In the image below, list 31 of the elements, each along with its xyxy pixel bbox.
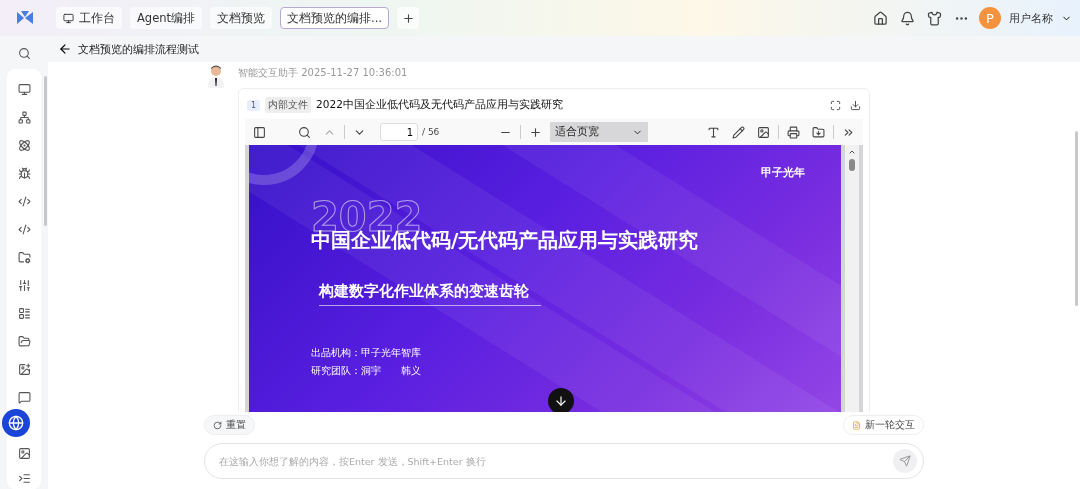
slide-info-line: 研究团队：洞宇 韩义 — [311, 364, 422, 378]
tab[interactable]: Agent编排 — [130, 7, 203, 29]
tab[interactable]: 文档预览 — [210, 7, 273, 29]
scrollbar[interactable] — [44, 76, 47, 226]
document-title: 2022中国企业低代码及无代码产品应用与实践研究 — [316, 98, 563, 112]
add-tab-button[interactable] — [397, 7, 419, 29]
zoom-select[interactable]: 适合页宽 — [549, 122, 648, 142]
new-round-button[interactable]: 新一轮交互 — [843, 415, 924, 435]
tab[interactable]: 文档预览的编排... — [280, 7, 389, 29]
slide-info-line: 出品机构：甲子光年智库 — [311, 346, 422, 360]
page-title: 文档预览的编排流程测试 — [78, 41, 199, 57]
bot-avatar-icon — [206, 64, 226, 88]
refresh-icon — [213, 420, 222, 430]
scrollbar-thumb[interactable] — [849, 159, 855, 171]
document-icon — [852, 420, 861, 430]
tag-label: 内部文件 — [265, 97, 312, 113]
chat-input-field[interactable]: 在这输入你想了解的内容，按Enter 发送，Shift+Enter 换行 — [204, 443, 924, 479]
page-total: / 56 — [422, 127, 440, 137]
message-meta: 智能交互助手 2025-11-27 10:36:01 — [238, 66, 409, 80]
tab[interactable]: 工作台 — [56, 7, 122, 29]
user-name[interactable]: 用户名称 — [1009, 10, 1053, 26]
logo-icon — [16, 10, 34, 26]
slide-subtitle: 构建数字化作业体系的变速齿轮 — [319, 282, 541, 306]
scrollbar[interactable] — [1075, 131, 1078, 306]
send-icon — [899, 455, 911, 467]
monitor-icon — [63, 12, 74, 24]
plus-icon — [401, 11, 415, 25]
index-badge: 1 — [247, 99, 261, 111]
page-number-field[interactable]: 1 — [380, 123, 418, 141]
reset-button[interactable]: 重置 — [204, 415, 255, 435]
brand-logo-text: 甲子光年 — [761, 165, 805, 180]
